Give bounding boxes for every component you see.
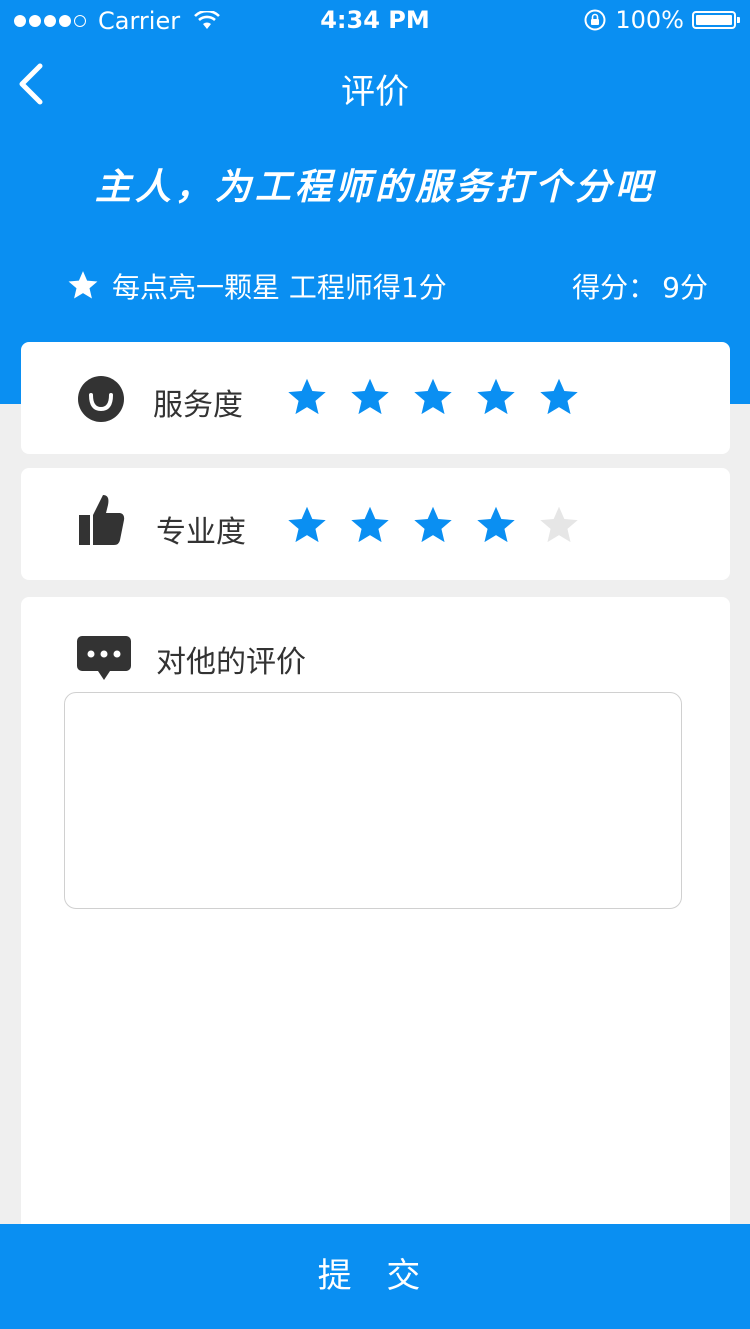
star-filled-icon[interactable]	[537, 376, 581, 420]
star-filled-icon[interactable]	[474, 376, 518, 420]
smile-icon	[78, 376, 124, 422]
status-bar: Carrier 4:34 PM 100%	[0, 0, 750, 40]
professional-star-rating[interactable]	[285, 504, 581, 548]
service-rating-label: 服务度	[153, 388, 243, 423]
rating-hint: 每点亮一颗星 工程师得1分	[66, 266, 447, 306]
star-filled-icon[interactable]	[474, 504, 518, 548]
thumbs-up-icon	[79, 495, 125, 545]
score-label: 得分：	[572, 271, 657, 304]
navigation-bar: 评价	[0, 40, 750, 128]
submit-button[interactable]: 提 交	[0, 1224, 750, 1329]
comment-label: 对他的评价	[156, 645, 306, 680]
chat-bubble-icon	[77, 636, 131, 680]
battery-icon	[692, 11, 740, 29]
star-icon	[68, 271, 98, 299]
service-star-rating[interactable]	[285, 376, 581, 420]
service-rating-card: 服务度	[21, 342, 730, 454]
page-title: 评价	[341, 72, 409, 112]
star-filled-icon[interactable]	[348, 504, 392, 548]
star-filled-icon[interactable]	[348, 376, 392, 420]
comment-card: 对他的评价	[21, 597, 730, 1237]
orientation-lock-icon	[584, 9, 606, 31]
star-empty-icon[interactable]	[537, 504, 581, 548]
score-value: 9分	[662, 271, 708, 304]
slogan-text: 主人，为工程师的服务打个分吧	[94, 166, 655, 208]
battery-percent: 100%	[615, 6, 684, 34]
star-filled-icon[interactable]	[411, 504, 455, 548]
professional-rating-label: 专业度	[156, 515, 246, 550]
professional-rating-card: 专业度	[21, 468, 730, 580]
star-filled-icon[interactable]	[285, 504, 329, 548]
star-filled-icon[interactable]	[411, 376, 455, 420]
total-score: 得分： 9分	[572, 266, 708, 306]
comment-input[interactable]	[64, 692, 682, 909]
star-filled-icon[interactable]	[285, 376, 329, 420]
rating-hint-text: 每点亮一颗星 工程师得1分	[112, 271, 447, 304]
